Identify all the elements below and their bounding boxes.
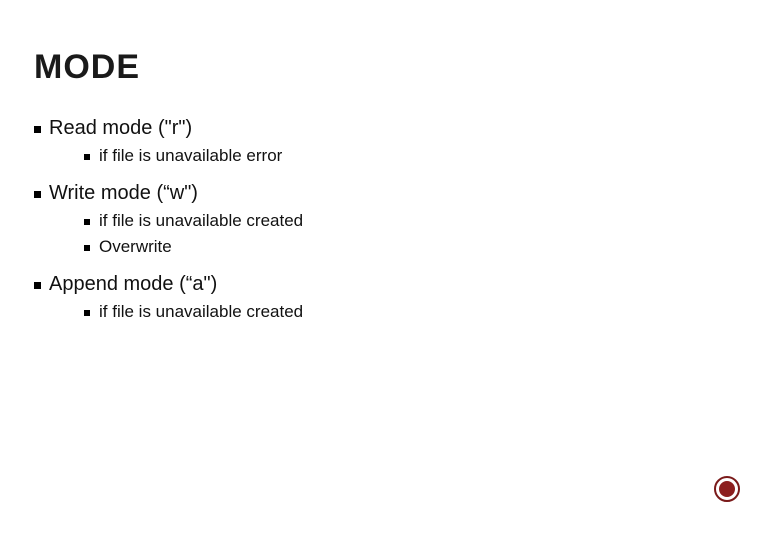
list-subitem: if file is unavailable created (84, 211, 746, 231)
bullet-icon (34, 191, 41, 198)
bullet-icon (84, 310, 90, 316)
list-subitem: if file is unavailable created (84, 302, 746, 322)
list-item: Write mode (“w") (34, 182, 746, 205)
list-subitem-label: Overwrite (99, 237, 172, 257)
list-item: Append mode (“a") (34, 273, 746, 296)
bullet-icon (34, 126, 41, 133)
list-item: Read mode ("r") (34, 117, 746, 140)
list-subitem-label: if file is unavailable error (99, 146, 282, 166)
decorative-circle-icon (714, 476, 740, 502)
bullet-icon (84, 245, 90, 251)
list-item-label: Append mode (“a") (49, 273, 217, 296)
list-subitem: Overwrite (84, 237, 746, 257)
bullet-icon (84, 219, 90, 225)
list-subitem-label: if file is unavailable created (99, 211, 303, 231)
bullet-icon (84, 154, 90, 160)
page-title: MODE (34, 48, 746, 87)
bullet-icon (34, 282, 41, 289)
list-subitem: if file is unavailable error (84, 146, 746, 166)
slide: MODE Read mode ("r") if file is unavaila… (0, 0, 780, 540)
list-item-label: Write mode (“w") (49, 182, 198, 205)
list-subitem-label: if file is unavailable created (99, 302, 303, 322)
list-item-label: Read mode ("r") (49, 117, 192, 140)
